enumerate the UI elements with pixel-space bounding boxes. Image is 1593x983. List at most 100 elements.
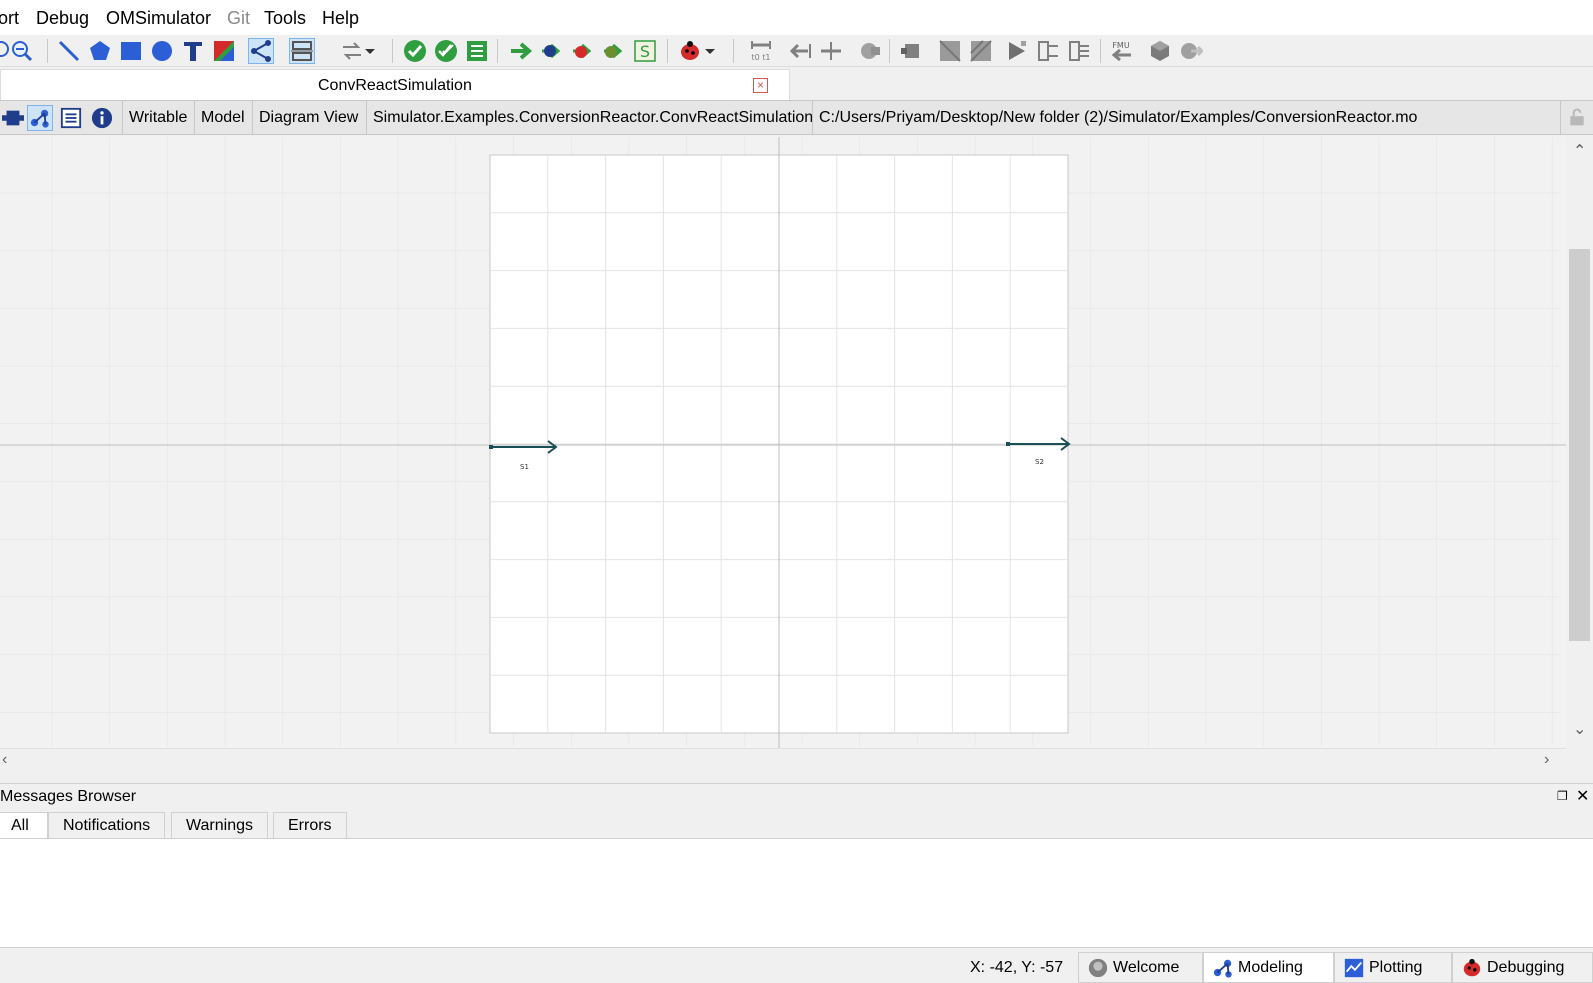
close-icon[interactable]: × [753, 78, 768, 93]
documentation-info-icon[interactable] [89, 105, 115, 131]
menu-omsimulator[interactable]: OMSimulator [106, 8, 211, 29]
perspective-modeling[interactable]: Modeling [1203, 952, 1334, 983]
messages-browser-title: Messages Browser [0, 788, 137, 805]
perspective-modeling-label: Modeling [1238, 959, 1303, 976]
add-bus-icon[interactable] [1035, 38, 1061, 64]
document-tab-title: ConvReactSimulation [318, 77, 472, 94]
connector-s2-label: S2 [1035, 458, 1044, 466]
svg-text:FMU: FMU [1112, 41, 1130, 50]
tab-notifications[interactable]: Notifications [48, 812, 166, 839]
text-view-icon[interactable] [58, 105, 84, 131]
bitmap-shape-icon[interactable] [211, 38, 237, 64]
main-toolbar: S t0 t1 FMU [0, 35, 1593, 67]
connect-mode-icon[interactable] [248, 38, 274, 64]
simulate-animate-icon[interactable] [601, 38, 627, 64]
rectangle-shape-icon[interactable] [118, 38, 144, 64]
simulate-arrow-icon[interactable] [508, 38, 534, 64]
toolbar-separator [667, 39, 668, 63]
instantiate-model-icon[interactable] [464, 38, 490, 64]
simulate-debug-icon[interactable] [570, 38, 596, 64]
menu-debug[interactable]: Debug [36, 8, 89, 29]
debugger-ladybug-icon[interactable] [677, 38, 703, 64]
svg-text:S: S [640, 42, 650, 61]
transition-mode-icon[interactable] [289, 38, 315, 64]
step-forward-icon[interactable] [818, 38, 844, 64]
menu-export[interactable]: ort [0, 8, 19, 29]
check-all-models-icon[interactable] [433, 38, 459, 64]
perspective-debugging-label: Debugging [1487, 959, 1565, 976]
close-icon[interactable]: ✕ [1576, 786, 1589, 806]
menu-help[interactable]: Help [322, 8, 359, 29]
scroll-left-icon[interactable]: ‹ [2, 751, 7, 769]
messages-tab-bar: All Notifications Warnings Errors [0, 810, 1593, 839]
svg-text:t0 t1: t0 t1 [752, 53, 771, 62]
import-fmu-icon[interactable]: FMU [1108, 38, 1134, 64]
diagram-canvas[interactable]: S1 S2 [0, 137, 1566, 748]
scroll-down-icon[interactable]: ⌄ [1573, 719, 1586, 739]
simulate-ssp-icon[interactable]: S [632, 38, 658, 64]
add-connector-icon[interactable] [968, 38, 994, 64]
simulate-gear-icon[interactable] [539, 38, 565, 64]
cube-icon[interactable] [1147, 38, 1173, 64]
welcome-icon [1088, 958, 1108, 978]
toolbar-separator [47, 39, 48, 63]
tab-errors[interactable]: Errors [273, 812, 347, 839]
polygon-shape-icon[interactable] [87, 38, 113, 64]
vertical-scroll-thumb[interactable] [1569, 249, 1590, 641]
add-submodel-icon[interactable] [898, 38, 924, 64]
line-shape-icon[interactable] [56, 38, 82, 64]
menu-bar: ort Debug OMSimulator Git Tools Help [0, 0, 1593, 35]
model-info-bar: Writable Model Diagram View Simulator.Ex… [0, 100, 1593, 135]
check-model-icon[interactable] [402, 38, 428, 64]
tab-warnings[interactable]: Warnings [171, 812, 268, 839]
add-input-icon[interactable] [1004, 38, 1030, 64]
vertical-scrollbar[interactable]: ⌃ ⌄ [1566, 137, 1593, 748]
diagram-view-icon[interactable] [27, 105, 53, 131]
step-back-icon[interactable] [787, 38, 813, 64]
lock-icon[interactable] [1560, 101, 1593, 134]
toolbar-separator [889, 39, 890, 63]
scroll-up-icon[interactable]: ⌃ [1573, 141, 1586, 161]
zoom-out-icon[interactable] [9, 38, 35, 64]
add-system-icon[interactable] [937, 38, 963, 64]
perspective-plotting-label: Plotting [1369, 959, 1423, 976]
toolbar-separator [1100, 39, 1101, 63]
plotting-icon [1344, 958, 1364, 978]
menu-git[interactable]: Git [227, 8, 250, 29]
chevron-down-icon[interactable] [702, 38, 718, 64]
connector-s1-label: S1 [520, 463, 529, 471]
time-range-icon[interactable]: t0 t1 [748, 38, 774, 64]
scroll-right-icon[interactable]: › [1544, 751, 1549, 769]
modeling-icon [1213, 959, 1232, 978]
file-path-label: C:/Users/Priyam/Desktop/New folder (2)/S… [812, 101, 1423, 134]
access-label: Writable [122, 101, 193, 134]
diagram-graphics[interactable]: S1 S2 [0, 137, 1566, 748]
toolbar-separator [392, 39, 393, 63]
toolbar-separator [733, 39, 734, 63]
toolbar-separator [497, 39, 498, 63]
tab-all[interactable]: All [0, 812, 48, 839]
text-shape-icon[interactable] [180, 38, 206, 64]
cursor-coordinates: X: -42, Y: -57 [970, 959, 1064, 976]
messages-list[interactable] [0, 838, 1593, 948]
class-name-label: Simulator.Examples.ConversionReactor.Con… [366, 101, 819, 134]
document-tab[interactable]: ConvReactSimulation × [0, 69, 790, 100]
export-ssp-icon[interactable] [1178, 38, 1204, 64]
view-type-label: Diagram View [252, 101, 364, 134]
class-type-label: Model [194, 101, 251, 134]
horizontal-scrollbar[interactable]: ‹ › [0, 748, 1566, 775]
ellipse-shape-icon[interactable] [149, 38, 175, 64]
debugging-ladybug-icon [1463, 958, 1481, 977]
icon-view-icon[interactable] [0, 105, 26, 131]
plug-icon[interactable] [856, 38, 882, 64]
perspective-welcome[interactable]: Welcome [1078, 952, 1203, 983]
perspective-plotting[interactable]: Plotting [1334, 952, 1452, 983]
messages-browser-header: Messages Browser ❐ ✕ [0, 783, 1593, 809]
float-window-icon[interactable]: ❐ [1557, 789, 1568, 803]
perspective-welcome-label: Welcome [1113, 959, 1180, 976]
status-bar: X: -42, Y: -57 Welcome Modeling Plotting… [0, 950, 1593, 983]
menu-tools[interactable]: Tools [264, 8, 306, 29]
chevron-down-icon[interactable] [362, 38, 378, 64]
perspective-debugging[interactable]: Debugging [1452, 952, 1593, 983]
add-tlm-bus-icon[interactable] [1066, 38, 1092, 64]
